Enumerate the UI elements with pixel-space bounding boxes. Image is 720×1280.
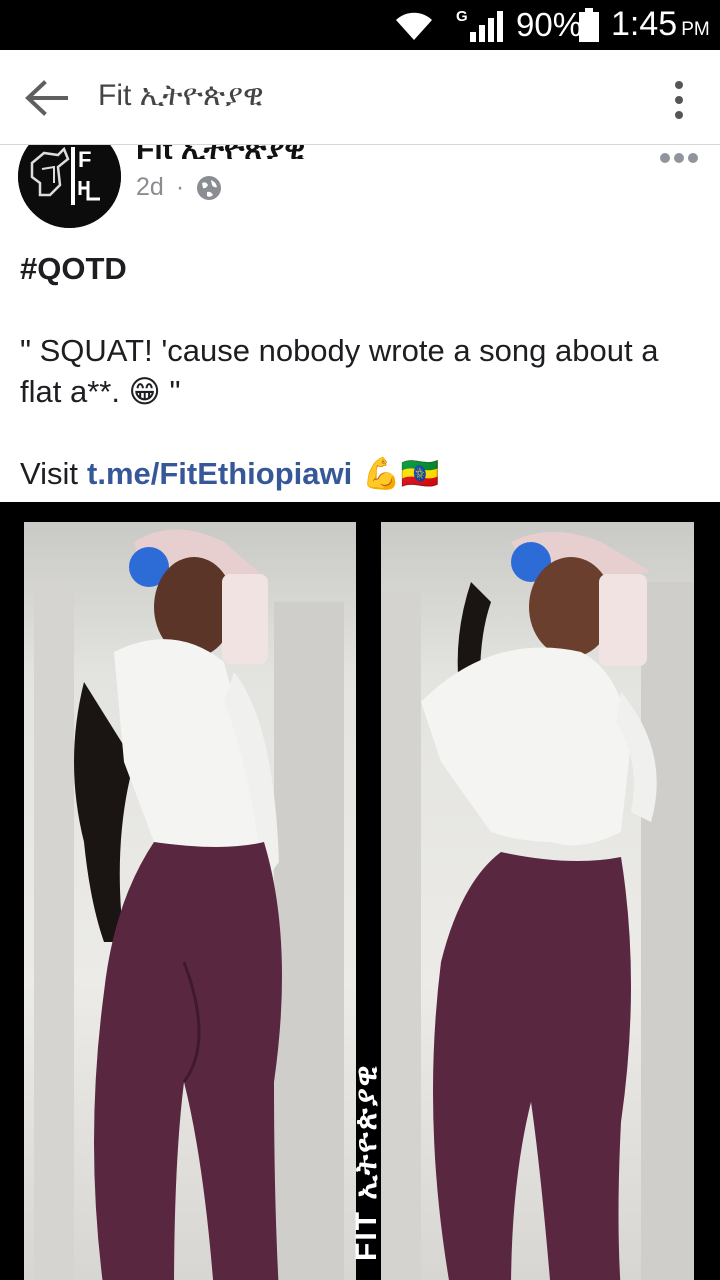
woman-mirror-selfie-left [34,529,344,1280]
telegram-link[interactable]: t.me/FitEthiopiawi [87,453,352,494]
post-body: #QOTD " SQUAT! 'cause nobody wrote a son… [20,248,700,494]
app-bar: Fit ኢትዮጵያዊ [0,50,720,145]
visit-line: Visit t.me/FitEthiopiawi 💪🇪🇹 [20,453,700,494]
post-quote: " SQUAT! 'cause nobody wrote a song abou… [20,333,659,409]
post-header: F Fit ኢትዮጵያዊ 2d · [0,125,720,235]
battery-icon [579,8,599,42]
more-options-icon[interactable] [668,80,690,120]
post-photo[interactable]: FIT ኢትዮጵያዊ [0,502,720,1280]
signal-icon [470,11,503,42]
post-meta: 2d · [136,173,222,202]
post-hashtag[interactable]: #QOTD [20,248,700,289]
status-bar: G 90% 1:45 PM [0,0,720,50]
post-options-icon[interactable] [659,151,699,165]
woman-mirror-selfie-right [381,532,694,1280]
photo-panel-right [381,522,694,1280]
post-age[interactable]: 2d [136,173,164,202]
wifi-icon [396,12,432,40]
battery-percent: 90% [516,6,583,43]
visit-label: Visit [20,456,79,491]
network-type: G [456,8,468,25]
globe-icon [197,175,222,200]
clock: 1:45 PM [611,5,710,43]
svg-text:F: F [78,147,91,172]
photo-panel-left [24,522,356,1280]
back-arrow-icon[interactable] [22,78,70,118]
page-title: Fit ኢትዮጵያዊ [98,79,264,112]
photo-watermark: FIT ኢትዮጵያዊ [350,1063,383,1261]
flex-flag-emojis: 💪🇪🇹 [362,456,440,491]
meta-separator: · [175,173,185,201]
